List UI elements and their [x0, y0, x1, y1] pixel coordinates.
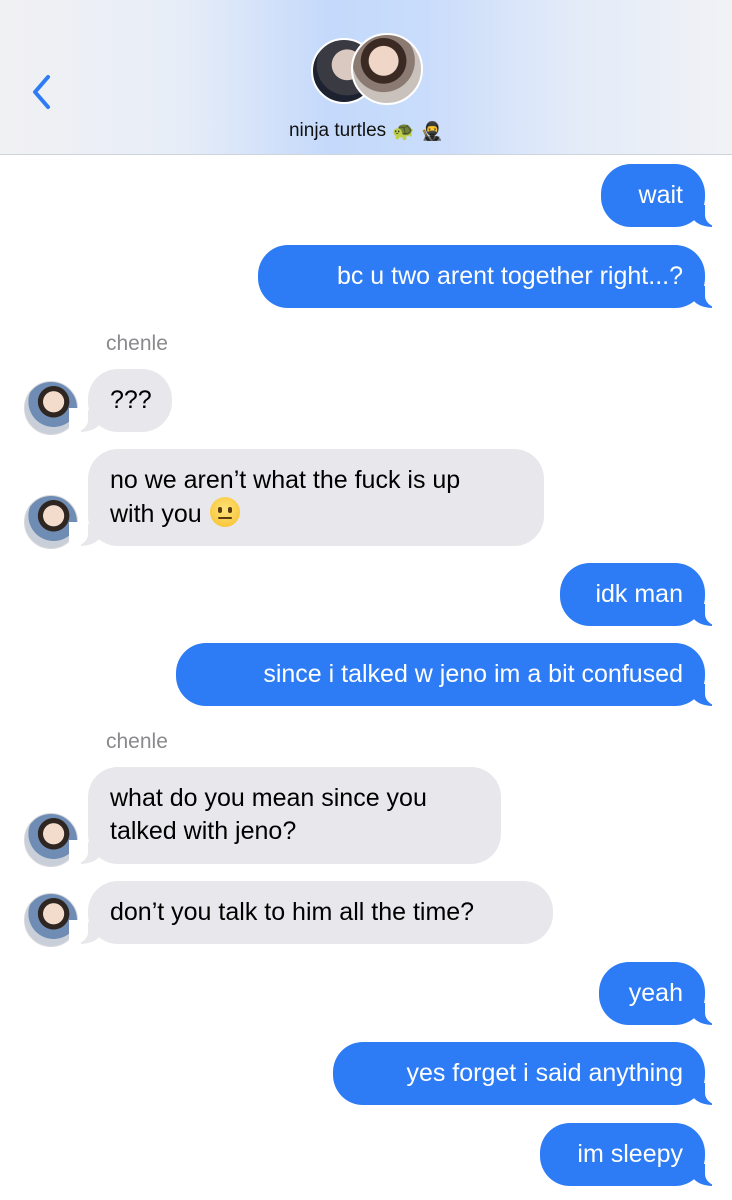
message-text: im sleepy	[577, 1140, 683, 1168]
bubble-tail	[69, 522, 103, 546]
outgoing-message[interactable]: idk man	[560, 563, 724, 626]
chevron-left-icon	[33, 75, 50, 109]
group-member-avatar	[351, 33, 423, 105]
message-text: bc u two arent together right...?	[336, 262, 683, 290]
ninja-icon: 🥷	[420, 121, 443, 141]
outgoing-message[interactable]: im sleepy	[540, 1123, 724, 1186]
group-name-text: ninja turtles	[288, 120, 387, 141]
message-text-line: no we aren’t what the fuck is up	[110, 466, 461, 494]
group-avatar-stack[interactable]	[311, 33, 423, 109]
neutral-face-icon	[209, 497, 240, 527]
outgoing-message[interactable]: bc u two arent together right...?	[258, 245, 724, 308]
outgoing-message[interactable]: wait	[601, 164, 724, 227]
outgoing-message[interactable]: since i talked w jeno im a bit confused	[176, 643, 724, 706]
message-text-line: talked with jeno?	[110, 817, 297, 845]
back-button[interactable]	[26, 70, 56, 114]
incoming-message[interactable]: what do you mean since you talked with j…	[69, 767, 501, 864]
message-text: ???	[110, 386, 152, 414]
sender-name: chenle	[106, 730, 168, 753]
message-text: idk man	[595, 580, 683, 608]
chat-header: ninja turtles 🐢 🥷	[0, 0, 732, 155]
message-text-line: with you	[110, 497, 522, 531]
bubble-tail	[69, 408, 103, 432]
bubble-tail	[690, 1081, 724, 1105]
incoming-message[interactable]: don’t you talk to him all the time?	[69, 881, 553, 944]
bubble-tail	[69, 920, 103, 944]
incoming-message[interactable]: ???	[69, 369, 172, 432]
bubble-tail	[69, 840, 103, 864]
message-text-line: what do you mean since you	[110, 784, 427, 812]
message-text: yes forget i said anything	[406, 1059, 683, 1087]
incoming-message[interactable]: no we aren’t what the fuck is up with yo…	[69, 449, 544, 546]
message-text: don’t you talk to him all the time?	[110, 898, 475, 926]
message-text: yeah	[628, 979, 683, 1007]
message-text: since i talked w jeno im a bit confused	[263, 660, 683, 688]
bubble-tail	[690, 1001, 724, 1025]
bubble-tail	[690, 602, 724, 626]
bubble-tail	[690, 1162, 724, 1186]
bubble-tail	[690, 203, 724, 227]
outgoing-message[interactable]: yes forget i said anything	[333, 1042, 724, 1105]
message-text: wait	[638, 181, 683, 209]
bubble-tail	[690, 682, 724, 706]
turtle-icon: 🐢	[392, 121, 415, 141]
outgoing-message[interactable]: yeah	[599, 962, 724, 1025]
bubble-tail	[690, 284, 724, 308]
sender-name: chenle	[106, 332, 168, 355]
group-name[interactable]: ninja turtles 🐢 🥷	[0, 120, 732, 142]
